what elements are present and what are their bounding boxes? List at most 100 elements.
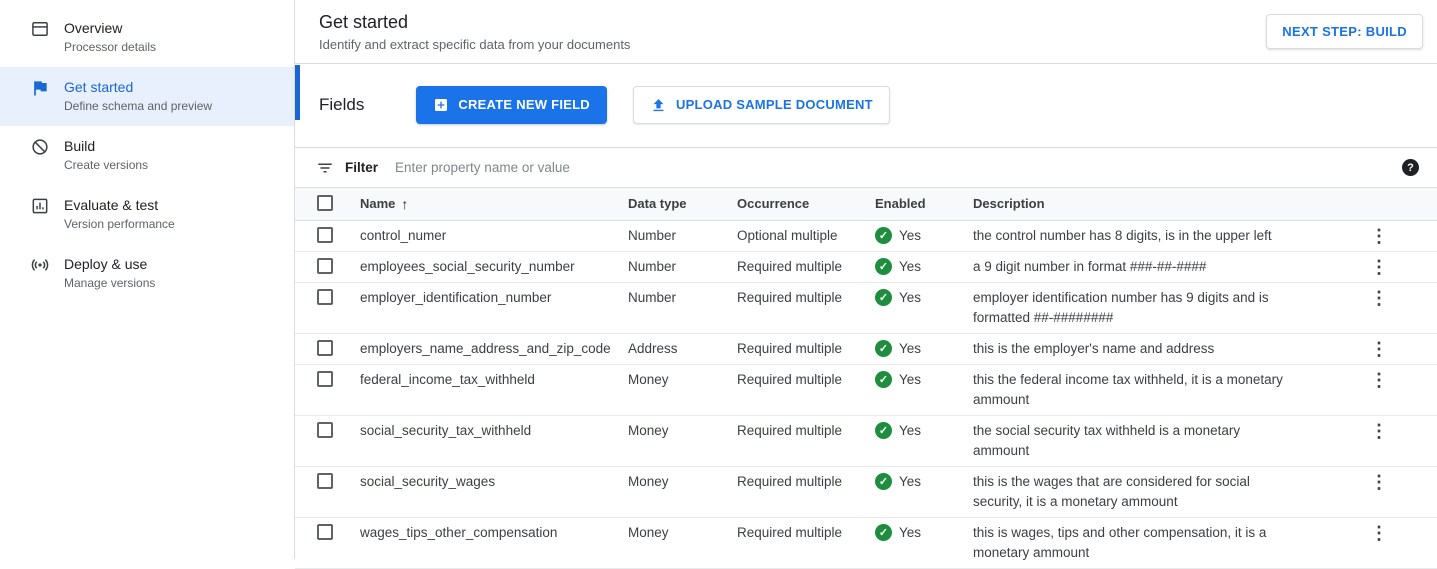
next-step-build-button[interactable]: NEXT STEP: BUILD [1266,14,1423,49]
field-enabled: ✓ Yes [875,288,973,308]
field-name: control_numer [360,226,628,246]
field-occurrence: Required multiple [737,339,875,359]
row-menu-button[interactable]: ⋮ [1364,472,1394,492]
sidebar-item-build[interactable]: Build Create versions [0,126,294,185]
table-row[interactable]: employees_social_security_number Number … [295,252,1437,283]
main-content: Get started Identify and extract specifi… [295,0,1437,559]
create-new-field-button[interactable]: CREATE NEW FIELD [416,86,607,124]
field-occurrence: Required multiple [737,421,875,441]
field-enabled: ✓ Yes [875,370,973,390]
sort-ascending-icon: ↑ [401,195,408,213]
row-checkbox[interactable] [317,371,333,387]
field-enabled-label: Yes [899,370,921,390]
row-checkbox[interactable] [317,340,333,356]
table-row[interactable]: social_security_tax_withheld Money Requi… [295,416,1437,467]
fields-section-header: Fields CREATE NEW FIELD UPLOAD SAMPLE DO… [295,64,1437,148]
field-description: this is the wages that are considered fo… [973,472,1309,512]
field-data-type: Number [628,226,737,246]
field-occurrence: Required multiple [737,523,875,543]
upload-icon [650,97,667,114]
table-row[interactable]: wages_tips_other_compensation Money Requ… [295,518,1437,569]
field-name: employers_name_address_and_zip_code [360,339,628,359]
deploy-icon [30,255,50,275]
sidebar: Overview Processor details Get started D… [0,0,295,559]
row-checkbox[interactable] [317,227,333,243]
sidebar-item-sublabel: Processor details [64,39,156,56]
section-accent-bar [295,65,300,120]
field-enabled: ✓ Yes [875,257,973,277]
field-data-type: Money [628,370,737,390]
help-icon[interactable]: ? [1402,159,1419,176]
flag-icon [30,78,50,98]
column-header-name[interactable]: Name ↑ [360,195,628,213]
sidebar-item-get-started[interactable]: Get started Define schema and preview [0,67,294,126]
row-menu-button[interactable]: ⋮ [1364,523,1394,543]
row-menu-button[interactable]: ⋮ [1364,226,1394,246]
field-enabled: ✓ Yes [875,421,973,441]
row-menu-button[interactable]: ⋮ [1364,257,1394,277]
table-row[interactable]: social_security_wages Money Required mul… [295,467,1437,518]
field-description: this is wages, tips and other compensati… [973,523,1309,563]
row-menu-button[interactable]: ⋮ [1364,339,1394,359]
field-description: the social security tax withheld is a mo… [973,421,1309,461]
row-checkbox[interactable] [317,473,333,489]
column-header-enabled[interactable]: Enabled [875,195,973,213]
row-menu-button[interactable]: ⋮ [1364,370,1394,390]
row-checkbox[interactable] [317,258,333,274]
upload-sample-document-label: UPLOAD SAMPLE DOCUMENT [676,96,873,114]
select-all-checkbox[interactable] [317,195,333,211]
filter-label: Filter [345,160,378,175]
enabled-check-icon: ✓ [875,371,892,388]
sidebar-item-label: Overview [64,18,156,38]
overview-icon [30,19,50,39]
row-menu-button[interactable]: ⋮ [1364,421,1394,441]
page-title: Get started [319,10,630,34]
row-checkbox[interactable] [317,524,333,540]
field-data-type: Money [628,421,737,441]
enabled-check-icon: ✓ [875,524,892,541]
row-checkbox[interactable] [317,422,333,438]
sidebar-item-sublabel: Version performance [64,216,175,233]
page-subtitle: Identify and extract specific data from … [319,36,630,54]
row-menu-button[interactable]: ⋮ [1364,288,1394,308]
enabled-check-icon: ✓ [875,422,892,439]
field-description: this is the employer's name and address [973,339,1309,359]
field-description: this the federal income tax withheld, it… [973,370,1309,410]
add-box-icon [433,97,449,113]
upload-sample-document-button[interactable]: UPLOAD SAMPLE DOCUMENT [633,86,890,124]
table-row[interactable]: employer_identification_number Number Re… [295,283,1437,334]
field-name: social_security_wages [360,472,628,492]
field-occurrence: Required multiple [737,370,875,390]
field-data-type: Money [628,472,737,492]
enabled-check-icon: ✓ [875,227,892,244]
sidebar-item-evaluate-test[interactable]: Evaluate & test Version performance [0,185,294,244]
sidebar-item-label: Evaluate & test [64,195,175,215]
table-row[interactable]: control_numer Number Optional multiple ✓… [295,221,1437,252]
field-occurrence: Required multiple [737,257,875,277]
sidebar-item-sublabel: Manage versions [64,275,155,292]
field-enabled: ✓ Yes [875,339,973,359]
filter-bar: Filter ? [295,148,1437,187]
column-header-description[interactable]: Description [973,195,1351,213]
field-enabled: ✓ Yes [875,226,973,246]
sidebar-item-sublabel: Create versions [64,157,148,174]
filter-input[interactable] [389,156,1391,179]
table-row[interactable]: federal_income_tax_withheld Money Requir… [295,365,1437,416]
column-header-occurrence[interactable]: Occurrence [737,195,875,213]
sidebar-item-deploy-use[interactable]: Deploy & use Manage versions [0,244,294,303]
table-row[interactable]: employers_name_address_and_zip_code Addr… [295,334,1437,365]
field-name: employees_social_security_number [360,257,628,277]
field-data-type: Number [628,257,737,277]
evaluate-icon [30,196,50,216]
field-occurrence: Required multiple [737,472,875,492]
field-enabled-label: Yes [899,523,921,543]
sidebar-item-sublabel: Define schema and preview [64,98,212,115]
enabled-check-icon: ✓ [875,473,892,490]
field-data-type: Money [628,523,737,543]
column-header-data-type[interactable]: Data type [628,195,737,213]
sidebar-item-overview[interactable]: Overview Processor details [0,8,294,67]
field-description: employer identification number has 9 dig… [973,288,1309,328]
row-checkbox[interactable] [317,289,333,305]
enabled-check-icon: ✓ [875,258,892,275]
sidebar-item-label: Deploy & use [64,254,155,274]
